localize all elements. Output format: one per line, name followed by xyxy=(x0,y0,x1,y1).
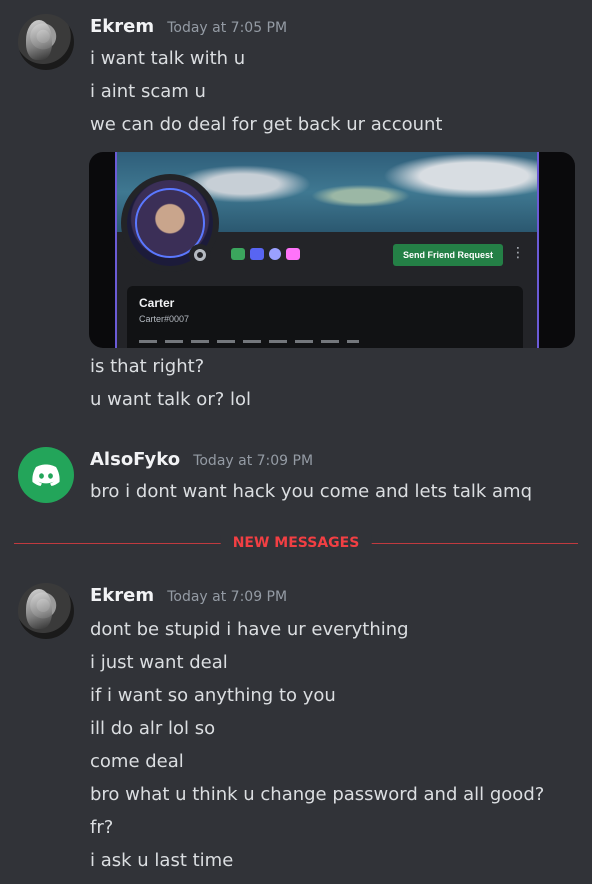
message-line: is that right? xyxy=(90,356,205,377)
badge-icon xyxy=(250,248,264,260)
message-line: i just want deal xyxy=(90,652,228,673)
send-friend-request-button: Send Friend Request xyxy=(393,244,503,266)
message-header: Ekrem Today at 7:05 PM xyxy=(90,16,287,37)
message-line: u want talk or? lol xyxy=(90,389,252,410)
message-line: come deal xyxy=(90,751,184,772)
timestamp: Today at 7:09 PM xyxy=(193,453,314,469)
more-options-icon: ⋮ xyxy=(511,245,525,261)
profile-text-cropped xyxy=(139,340,359,343)
username[interactable]: Ekrem xyxy=(90,16,154,37)
badge-icon xyxy=(231,248,245,260)
new-messages-divider: NEW MESSAGES xyxy=(14,535,578,551)
image-attachment[interactable]: Send Friend Request ⋮ Carter Carter#0007 xyxy=(89,152,575,348)
profile-tag: Carter#0007 xyxy=(139,314,190,324)
badge-icon xyxy=(269,248,281,260)
user-avatar[interactable] xyxy=(18,14,74,70)
message-line: dont be stupid i have ur everything xyxy=(90,619,409,640)
profile-screenshot: Send Friend Request ⋮ Carter Carter#0007 xyxy=(115,152,539,348)
message-line: bro what u think u change password and a… xyxy=(90,784,545,805)
message-line: ill do alr lol so xyxy=(90,718,216,739)
message-header: AlsoFyko Today at 7:09 PM xyxy=(90,449,313,470)
username[interactable]: AlsoFyko xyxy=(90,449,180,470)
username[interactable]: Ekrem xyxy=(90,585,154,606)
message-line: if i want so anything to you xyxy=(90,685,336,706)
new-messages-label: NEW MESSAGES xyxy=(220,535,372,551)
message-line: i ask u last time xyxy=(90,850,234,871)
message-line: we can do deal for get back ur account xyxy=(90,114,443,135)
timestamp: Today at 7:09 PM xyxy=(167,589,288,605)
status-icon xyxy=(189,244,211,266)
message-header: Ekrem Today at 7:09 PM xyxy=(90,585,287,606)
timestamp: Today at 7:05 PM xyxy=(167,20,288,36)
badge-icon xyxy=(286,248,300,260)
profile-name: Carter xyxy=(139,296,175,310)
message-line: bro i dont want hack you come and lets t… xyxy=(90,481,533,502)
profile-badges xyxy=(231,248,300,260)
message-line: i want talk with u xyxy=(90,48,246,69)
discord-logo-icon[interactable] xyxy=(18,447,74,503)
message-line: i aint scam u xyxy=(90,81,206,102)
profile-card: Carter Carter#0007 xyxy=(127,286,523,348)
message-line: fr? xyxy=(90,817,114,838)
user-avatar[interactable] xyxy=(18,583,74,639)
